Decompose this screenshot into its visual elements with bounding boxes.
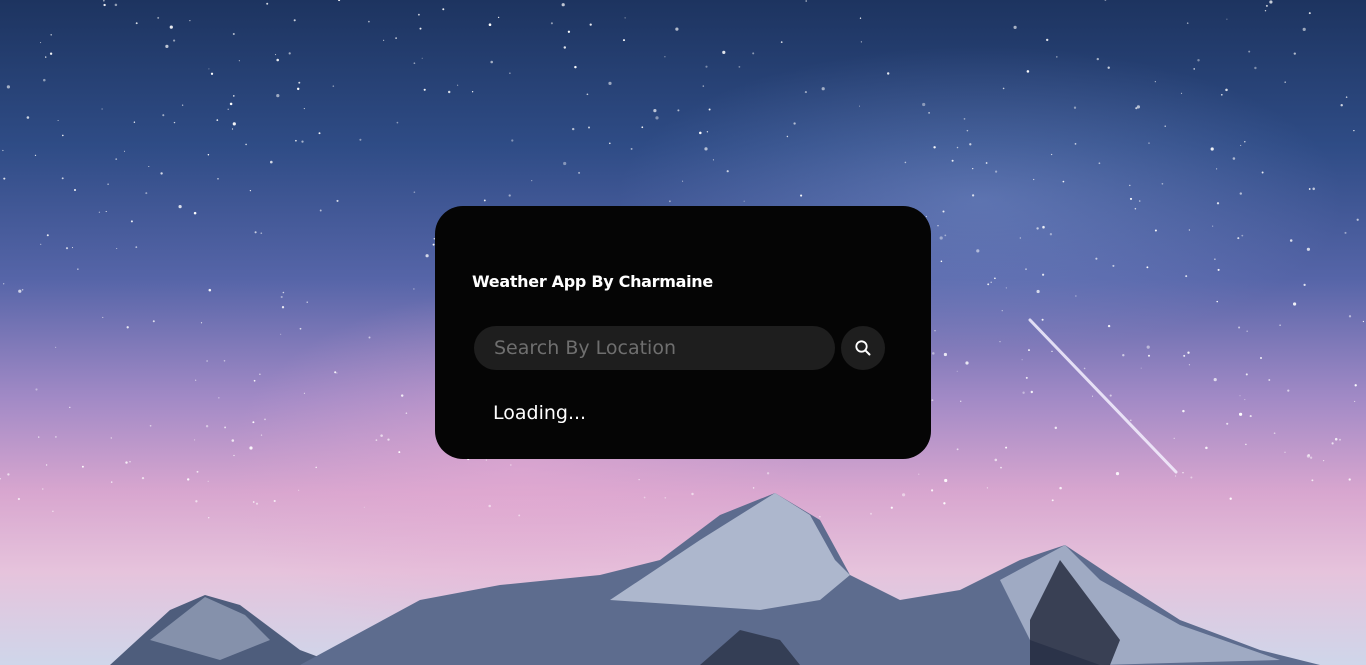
search-button[interactable] [841,326,885,370]
search-icon [854,339,872,357]
search-bar [474,326,885,370]
app-title: Weather App By Charmaine [472,272,713,291]
loading-status: Loading... [493,402,587,424]
weather-card: Weather App By Charmaine Loading... [435,206,931,459]
search-input[interactable] [474,326,835,370]
